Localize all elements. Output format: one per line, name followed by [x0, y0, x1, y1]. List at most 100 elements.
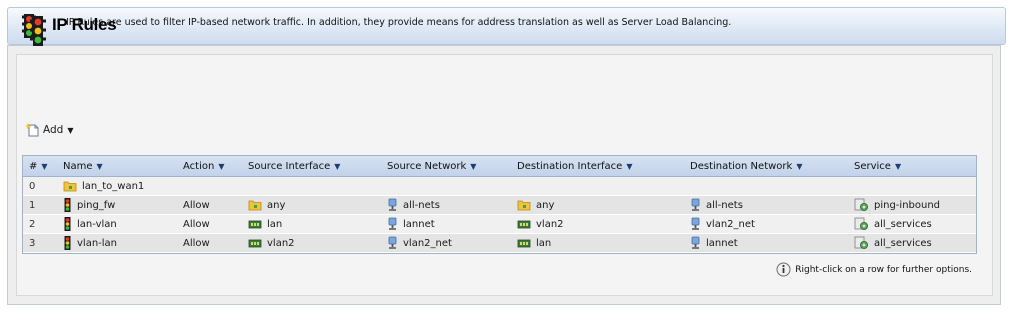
- cell-text: 3: [29, 237, 36, 249]
- cell-dst-if: lan: [517, 234, 551, 252]
- chevron-down-icon: ▼: [67, 125, 74, 135]
- cell-text: vlan2: [267, 237, 295, 249]
- column-header-destination-interface[interactable]: Destination Interface ▼: [517, 156, 633, 176]
- cell-name: lan-vlan: [63, 215, 117, 233]
- nic-icon: [517, 238, 531, 249]
- cell-src-net: all-nets: [387, 196, 440, 214]
- add-button[interactable]: Add ▼: [26, 123, 74, 137]
- cell-text: all_services: [874, 237, 932, 249]
- cell-text: all_services: [874, 218, 932, 230]
- cell-service: ping-inbound: [854, 196, 940, 214]
- cell-text: lannet: [706, 237, 738, 249]
- column-label: Destination Network: [690, 160, 793, 172]
- table-header: # ▼ Name ▼ Action ▼ Source Interface ▼ Sourc…: [23, 156, 976, 177]
- cell-src-net: vlan2_net: [387, 234, 452, 252]
- column-header-num[interactable]: # ▼: [29, 156, 48, 176]
- column-header-source-network[interactable]: Source Network ▼: [387, 156, 476, 176]
- cell-dst-if: any: [517, 196, 554, 214]
- column-label: Name: [63, 160, 93, 172]
- cell-src-net: lannet: [387, 215, 435, 233]
- cell-text: 1: [29, 199, 36, 211]
- cell-service: all_services: [854, 215, 932, 233]
- cell-action: Allow: [183, 215, 210, 233]
- cell-num: 3: [29, 234, 35, 252]
- cell-dst-net: all-nets: [690, 196, 743, 214]
- cell-text: 2: [29, 218, 36, 230]
- sort-caret-icon: ▼: [470, 161, 477, 171]
- sort-caret-icon: ▼: [626, 161, 633, 171]
- table-row[interactable]: 0 lan_to_wan1: [23, 177, 976, 196]
- column-header-name[interactable]: Name ▼: [63, 156, 103, 176]
- cell-src-if: vlan2: [248, 234, 295, 252]
- nic-icon: [517, 219, 531, 230]
- cell-text: vlan2: [536, 218, 564, 230]
- cell-text: Allow: [183, 199, 210, 211]
- column-label: Source Interface: [248, 160, 331, 172]
- cell-text: 0: [29, 180, 36, 192]
- column-label: Service: [854, 160, 891, 172]
- cell-text: all-nets: [706, 199, 743, 211]
- sort-caret-icon: ▼: [96, 161, 103, 171]
- cell-name: lan_to_wan1: [63, 177, 144, 195]
- cell-text: any: [267, 199, 286, 211]
- table-row[interactable]: 3 vlan-lan Allow vlan2 vlan2_net lan lannet all…: [23, 234, 976, 253]
- cell-action: Allow: [183, 196, 210, 214]
- nic-icon: [248, 238, 262, 249]
- table-row[interactable]: 1 ping_fw Allow any all-nets any all-nets ping-…: [23, 196, 976, 215]
- network-object-icon: [387, 236, 398, 250]
- cell-name: vlan-lan: [63, 234, 117, 252]
- cell-src-if: lan: [248, 215, 282, 233]
- cell-text: lannet: [403, 218, 435, 230]
- cell-text: any: [536, 199, 555, 211]
- network-object-icon: [387, 217, 398, 231]
- intro-description: IP Rules are used to filter IP-based net…: [66, 17, 732, 28]
- add-label: Add: [43, 124, 64, 136]
- traffic-light-icon: [63, 216, 72, 232]
- cell-num: 2: [29, 215, 35, 233]
- cell-src-if: any: [248, 196, 285, 214]
- ip-rules-table: # ▼ Name ▼ Action ▼ Source Interface ▼ Sourc…: [22, 155, 977, 254]
- column-header-action[interactable]: Action ▼: [183, 156, 224, 176]
- cell-text: lan-vlan: [77, 218, 117, 230]
- folder-icon: [248, 199, 262, 211]
- context-hint: Right-click on a row for further options…: [776, 262, 972, 277]
- hint-text: Right-click on a row for further options…: [795, 264, 972, 275]
- cell-text: vlan2_net: [706, 218, 755, 230]
- sort-caret-icon: ▼: [218, 161, 225, 171]
- traffic-light-icon: [63, 197, 72, 213]
- cell-num: 0: [29, 177, 35, 195]
- cell-dst-if: vlan2: [517, 215, 564, 233]
- column-label: Destination Interface: [517, 160, 623, 172]
- table-row[interactable]: 2 lan-vlan Allow lan lannet vlan2 vlan2_net all…: [23, 215, 976, 234]
- cell-text: lan: [267, 218, 283, 230]
- sort-caret-icon: ▼: [796, 161, 803, 171]
- network-object-icon: [690, 236, 701, 250]
- column-label: #: [29, 160, 38, 172]
- cell-text: ping_fw: [77, 199, 116, 211]
- cell-text: lan: [536, 237, 552, 249]
- cell-action: Allow: [183, 234, 210, 252]
- sort-caret-icon: ▼: [334, 161, 341, 171]
- nic-icon: [248, 219, 262, 230]
- cell-num: 1: [29, 196, 35, 214]
- column-label: Action: [183, 160, 215, 172]
- cell-text: lan_to_wan1: [82, 180, 145, 192]
- column-header-service[interactable]: Service ▼: [854, 156, 901, 176]
- cell-text: vlan2_net: [403, 237, 452, 249]
- sort-caret-icon: ▼: [894, 161, 902, 171]
- folder-icon: [63, 180, 77, 192]
- cell-name: ping_fw: [63, 196, 115, 214]
- info-icon: [776, 262, 791, 277]
- service-icon: [854, 236, 869, 250]
- cell-text: ping-inbound: [874, 199, 941, 211]
- cell-text: all-nets: [403, 199, 440, 211]
- cell-dst-net: lannet: [690, 234, 738, 252]
- cell-text: vlan-lan: [77, 237, 118, 249]
- folder-icon: [517, 199, 531, 211]
- network-object-icon: [387, 198, 398, 212]
- service-icon: [854, 217, 869, 231]
- cell-service: all_services: [854, 234, 932, 252]
- column-label: Source Network: [387, 160, 467, 172]
- column-header-source-interface[interactable]: Source Interface ▼: [248, 156, 340, 176]
- column-header-destination-network[interactable]: Destination Network ▼: [690, 156, 802, 176]
